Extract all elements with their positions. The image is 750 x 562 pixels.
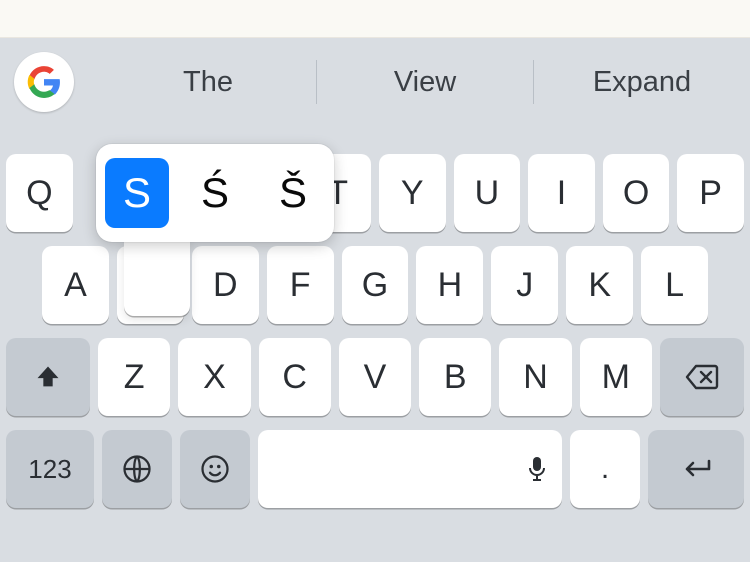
google-logo-icon [27,65,61,99]
key-b[interactable]: B [419,338,491,416]
suggestion-3[interactable]: Expand [534,66,750,99]
period-key[interactable]: . [570,430,640,508]
key-h[interactable]: H [416,246,483,324]
microphone-icon [528,456,546,482]
return-key[interactable] [648,430,744,508]
accent-popup: S Ś Š [96,144,334,242]
globe-icon [122,454,152,484]
emoji-icon [200,454,230,484]
accent-popup-stem [124,238,190,316]
backspace-icon [685,364,719,390]
return-icon [679,457,713,481]
key-n[interactable]: N [499,338,571,416]
numeric-switch-key[interactable]: 123 [6,430,94,508]
key-y[interactable]: Y [379,154,446,232]
key-l[interactable]: L [641,246,708,324]
language-switch-key[interactable] [102,430,172,508]
shift-icon [34,363,62,391]
shift-key[interactable] [6,338,90,416]
accent-option-s[interactable]: S [105,158,169,228]
key-p[interactable]: P [677,154,744,232]
key-d[interactable]: D [192,246,259,324]
suggestion-bar: The View Expand [0,38,750,126]
backspace-key[interactable] [660,338,744,416]
key-m[interactable]: M [580,338,652,416]
suggestion-2[interactable]: View [317,66,533,99]
key-q[interactable]: Q [6,154,73,232]
spacebar-key[interactable] [258,430,562,508]
key-u[interactable]: U [454,154,521,232]
google-search-button[interactable] [14,52,74,112]
key-row-3: Z X C V B N M [6,338,744,416]
onscreen-keyboard: The View Expand S Ś Š Q W E R T Y U I O … [0,38,750,562]
key-j[interactable]: J [491,246,558,324]
key-z[interactable]: Z [98,338,170,416]
suggestion-1[interactable]: The [100,66,316,99]
app-content-area [0,0,750,38]
key-a[interactable]: A [42,246,109,324]
key-f[interactable]: F [267,246,334,324]
accent-option-s-caron[interactable]: Š [261,158,325,228]
key-o[interactable]: O [603,154,670,232]
emoji-key[interactable] [180,430,250,508]
key-v[interactable]: V [339,338,411,416]
key-row-2: A D F G H J K L [6,246,744,324]
key-c[interactable]: C [259,338,331,416]
key-row-4: 123 . [0,430,750,508]
key-i[interactable]: I [528,154,595,232]
key-x[interactable]: X [178,338,250,416]
key-k[interactable]: K [566,246,633,324]
key-g[interactable]: G [342,246,409,324]
accent-option-s-acute[interactable]: Ś [183,158,247,228]
